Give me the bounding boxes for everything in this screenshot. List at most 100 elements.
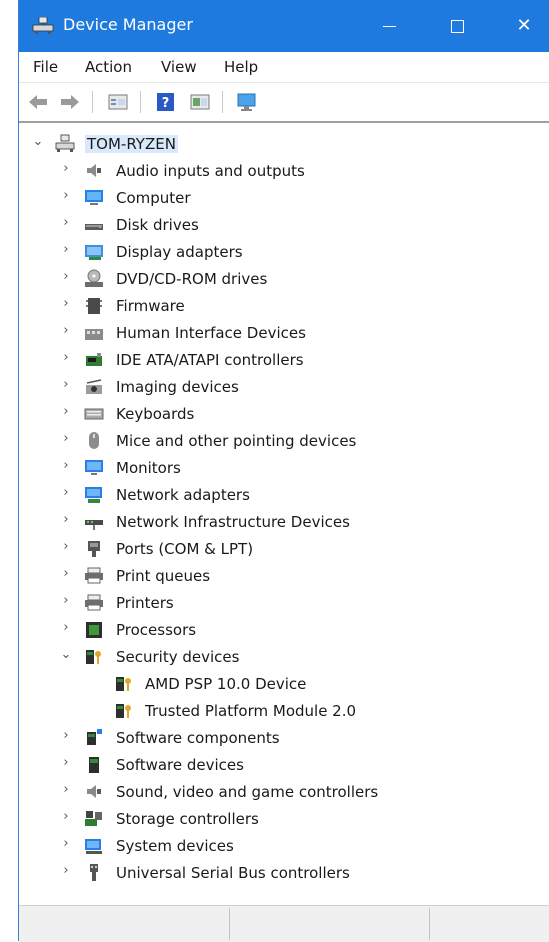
status-separator [229, 908, 230, 940]
printer-icon [85, 594, 103, 611]
device-manager-app-icon [32, 17, 54, 34]
tree-category[interactable]: › Firmware [19, 293, 549, 320]
chevron-right-icon[interactable]: › [59, 270, 73, 284]
chevron-right-icon[interactable]: › [59, 864, 73, 878]
camera-icon [86, 379, 102, 394]
tree-category[interactable]: › Computer [19, 185, 549, 212]
chevron-right-icon[interactable]: › [59, 567, 73, 581]
tree-category-label: Storage controllers [116, 810, 259, 828]
chevron-right-icon[interactable]: › [59, 486, 73, 500]
chevron-right-icon[interactable]: › [59, 837, 73, 851]
tree-category-label: Print queues [116, 567, 211, 585]
minimize-button[interactable] [359, 0, 419, 52]
chevron-right-icon[interactable]: › [59, 594, 73, 608]
printer-icon [85, 567, 103, 584]
tree-category-label: IDE ATA/ATAPI controllers [116, 351, 304, 369]
device-tree: ⌄ TOM-RYZEN › Audio inputs and outputs › Co… [19, 126, 549, 904]
tree-category[interactable]: › Storage controllers [19, 806, 549, 833]
chevron-right-icon[interactable]: › [59, 189, 73, 203]
keyboard-icon [84, 408, 104, 420]
chevron-right-icon[interactable]: › [59, 351, 73, 365]
tree-category[interactable]: › Software components [19, 725, 549, 752]
menu-view[interactable]: View [161, 58, 197, 76]
tree-root[interactable]: ⌄ TOM-RYZEN [19, 131, 549, 158]
chevron-right-icon[interactable]: › [59, 432, 73, 446]
tree-category[interactable]: › Disk drives [19, 212, 549, 239]
chevron-down-icon[interactable]: ⌄ [59, 648, 73, 662]
chevron-right-icon[interactable]: › [59, 378, 73, 392]
chevron-right-icon[interactable]: › [59, 459, 73, 473]
tree-category[interactable]: › Human Interface Devices [19, 320, 549, 347]
chevron-right-icon[interactable]: › [59, 216, 73, 230]
close-icon: ✕ [516, 15, 532, 36]
tree-category[interactable]: › Print queues [19, 563, 549, 590]
tree-category[interactable]: › Software devices [19, 752, 549, 779]
computer-icon [85, 190, 103, 205]
forward-icon[interactable] [59, 92, 81, 112]
chevron-right-icon[interactable]: › [59, 729, 73, 743]
maximize-button[interactable] [427, 0, 487, 52]
tree-category[interactable]: › Processors [19, 617, 549, 644]
speaker-icon [87, 785, 101, 798]
tree-category[interactable]: › Network Infrastructure Devices [19, 509, 549, 536]
tree-category-label: Software components [116, 729, 280, 747]
back-icon[interactable] [27, 92, 49, 112]
menu-action-label: Action [85, 58, 132, 76]
tree-category[interactable]: › System devices [19, 833, 549, 860]
chevron-right-icon[interactable]: › [59, 297, 73, 311]
tree-category-label: Display adapters [116, 243, 243, 261]
menu-file[interactable]: File [33, 58, 58, 76]
tree-category-label: Keyboards [116, 405, 195, 423]
tree-category[interactable]: › IDE ATA/ATAPI controllers [19, 347, 549, 374]
properties-icon[interactable] [107, 92, 129, 112]
tree-category[interactable]: › Mice and other pointing devices [19, 428, 549, 455]
tree-category[interactable]: › Monitors [19, 455, 549, 482]
scan-hardware-icon[interactable] [236, 92, 258, 112]
tree-category[interactable]: › Printers [19, 590, 549, 617]
chevron-right-icon[interactable]: › [59, 243, 73, 257]
firmware-icon [86, 298, 102, 314]
tree-device[interactable]: Trusted Platform Module 2.0 [19, 698, 549, 725]
chevron-down-icon[interactable]: ⌄ [31, 135, 45, 149]
chevron-right-icon[interactable]: › [59, 810, 73, 824]
tree-category[interactable]: › Sound, video and game controllers [19, 779, 549, 806]
security-device-icon [116, 704, 131, 718]
tree-category[interactable]: › Keyboards [19, 401, 549, 428]
tree-category-label: Mice and other pointing devices [116, 432, 357, 450]
speaker-icon [87, 164, 101, 177]
tree-category[interactable]: › Ports (COM & LPT) [19, 536, 549, 563]
tree-category-label: Security devices [116, 648, 240, 666]
close-button[interactable]: ✕ [494, 0, 549, 52]
update-driver-icon[interactable] [189, 92, 211, 112]
tree-category-label: DVD/CD-ROM drives [116, 270, 268, 288]
tree-device[interactable]: AMD PSP 10.0 Device [19, 671, 549, 698]
tree-category[interactable]: › DVD/CD-ROM drives [19, 266, 549, 293]
tree-category[interactable]: › Display adapters [19, 239, 549, 266]
tree-category[interactable]: ⌄ Security devices [19, 644, 549, 671]
chevron-right-icon[interactable]: › [59, 513, 73, 527]
menu-help[interactable]: Help [224, 58, 258, 76]
security-device-icon [86, 650, 101, 664]
tree-category[interactable]: › Imaging devices [19, 374, 549, 401]
chevron-right-icon[interactable]: › [59, 405, 73, 419]
chevron-right-icon[interactable]: › [59, 621, 73, 635]
title-bar[interactable]: Device Manager ✕ [19, 0, 549, 52]
network-infrastructure-icon [85, 520, 103, 530]
maximize-icon [450, 19, 464, 33]
menu-action[interactable]: Action [85, 58, 132, 76]
ide-controller-icon [86, 353, 102, 366]
chevron-right-icon[interactable]: › [59, 540, 73, 554]
minimize-icon [382, 25, 396, 27]
help-icon[interactable]: ? [155, 92, 177, 112]
disk-drive-icon [85, 224, 103, 230]
chevron-right-icon[interactable]: › [59, 783, 73, 797]
tree-category[interactable]: › Audio inputs and outputs [19, 158, 549, 185]
chevron-right-icon[interactable]: › [59, 324, 73, 338]
dvd-drive-icon [85, 269, 103, 287]
tree-category[interactable]: › Network adapters [19, 482, 549, 509]
tree-category[interactable]: › Universal Serial Bus controllers [19, 860, 549, 887]
chevron-right-icon[interactable]: › [59, 756, 73, 770]
menu-bar: File Action View Help [19, 52, 549, 83]
display-adapter-icon [85, 245, 103, 260]
chevron-right-icon[interactable]: › [59, 162, 73, 176]
